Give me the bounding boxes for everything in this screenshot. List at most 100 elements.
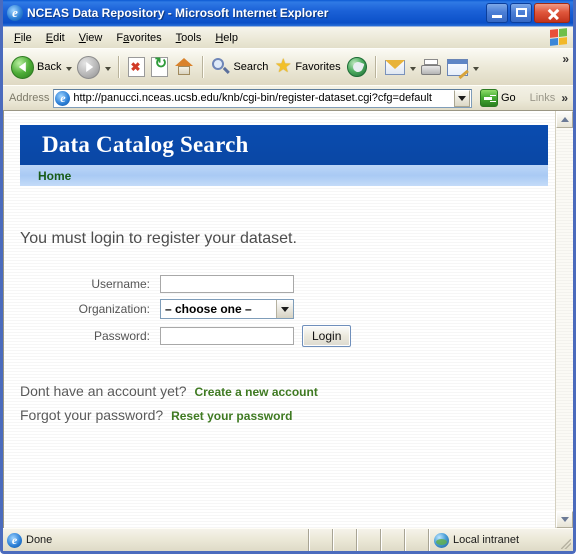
- menu-edit[interactable]: Edit: [39, 30, 72, 46]
- form-row-organization: Organization: – choose one –: [20, 296, 351, 322]
- login-prompt-text: You must login to register your dataset.: [20, 230, 297, 247]
- login-button[interactable]: Login: [302, 325, 352, 347]
- edit-button[interactable]: [444, 52, 471, 82]
- scroll-down-button[interactable]: [556, 511, 573, 528]
- go-arrow-icon: [479, 89, 498, 107]
- nav-link-home[interactable]: Home: [38, 169, 71, 183]
- globe-icon: [434, 532, 449, 548]
- address-url-text: http://panucci.nceas.ucsb.edu/knb/cgi-bi…: [73, 92, 432, 104]
- page-title: Data Catalog Search: [42, 132, 249, 157]
- password-cell: [160, 322, 294, 350]
- back-button[interactable]: Back: [8, 52, 64, 82]
- links-overflow-icon[interactable]: »: [559, 91, 571, 105]
- chevron-up-icon: [560, 117, 569, 122]
- address-input[interactable]: e http://panucci.nceas.ucsb.edu/knb/cgi-…: [53, 88, 472, 108]
- go-button[interactable]: Go: [476, 89, 520, 107]
- scroll-up-button[interactable]: [556, 111, 573, 128]
- menu-favorites[interactable]: Favorites: [109, 30, 168, 46]
- toolbar-separator: [118, 56, 121, 78]
- back-history-chevron-down-icon[interactable]: [66, 67, 73, 71]
- forward-button[interactable]: [74, 52, 103, 82]
- status-text: Done: [26, 534, 53, 546]
- page-favicon-icon: e: [55, 90, 71, 106]
- back-arrow-icon: [11, 55, 34, 79]
- refresh-icon: [151, 57, 169, 77]
- password-input[interactable]: [160, 327, 294, 345]
- favorites-label: Favorites: [295, 61, 341, 73]
- menu-help[interactable]: Help: [208, 30, 245, 46]
- username-input[interactable]: [160, 275, 294, 293]
- links-label[interactable]: Links: [524, 92, 556, 104]
- helper-links: Dont have an account yet? Create a new a…: [20, 380, 555, 428]
- page-status-icon: e: [7, 532, 22, 548]
- printer-icon: [420, 58, 441, 76]
- organization-label: Organization:: [78, 302, 150, 316]
- media-button[interactable]: [344, 52, 370, 82]
- web-page-content: Data Catalog Search Home You must login …: [4, 111, 555, 528]
- menu-tools[interactable]: Tools: [169, 30, 209, 46]
- resize-grip[interactable]: [557, 529, 573, 551]
- login-cell: Login: [294, 322, 352, 350]
- organization-cell: – choose one –: [160, 296, 294, 322]
- status-pane-4: [381, 529, 405, 551]
- username-label: Username:: [91, 277, 150, 291]
- toolbar-separator: [202, 56, 205, 78]
- search-button[interactable]: Search: [209, 52, 271, 82]
- home-icon: [174, 57, 194, 77]
- site-banner: Data Catalog Search: [20, 125, 548, 165]
- stop-icon: [128, 57, 146, 77]
- toolbar-overflow-icon[interactable]: »: [562, 52, 569, 66]
- username-spacer: [294, 272, 351, 296]
- ie-logo-icon: e: [7, 5, 23, 21]
- media-icon: [346, 57, 367, 77]
- organization-dropdown-button[interactable]: [276, 300, 293, 318]
- edit-page-icon: [446, 58, 468, 76]
- refresh-button[interactable]: [148, 52, 171, 82]
- minimize-button[interactable]: [486, 3, 508, 23]
- menu-bar: FFileile Edit View Favorites Tools Help: [3, 27, 573, 48]
- edit-chevron-down-icon[interactable]: [472, 67, 479, 71]
- mail-chevron-down-icon[interactable]: [409, 67, 416, 71]
- status-pane-3: [357, 529, 381, 551]
- status-message-pane: e Done: [3, 529, 309, 551]
- chevron-down-icon: [560, 517, 569, 522]
- menu-file[interactable]: FFileile: [7, 30, 39, 46]
- search-label: Search: [233, 61, 269, 73]
- status-pane-1: [309, 529, 333, 551]
- create-account-link[interactable]: Create a new account: [194, 385, 317, 399]
- favorites-button[interactable]: ★ Favorites: [271, 52, 343, 82]
- scrollbar-track[interactable]: [556, 128, 573, 511]
- back-label: Back: [37, 61, 62, 73]
- reset-password-link[interactable]: Reset your password: [171, 409, 292, 423]
- forward-history-chevron-down-icon[interactable]: [105, 67, 112, 71]
- organization-select[interactable]: – choose one –: [160, 299, 294, 319]
- no-account-text: Dont have an account yet?: [20, 383, 187, 399]
- status-pane-5: [405, 529, 429, 551]
- search-icon: [212, 58, 230, 76]
- maximize-button[interactable]: [510, 3, 532, 23]
- close-button[interactable]: [534, 3, 570, 23]
- address-dropdown-button[interactable]: [453, 89, 470, 107]
- password-label: Password:: [93, 329, 150, 343]
- security-zone-pane[interactable]: Local intranet: [429, 529, 557, 551]
- form-row-username: Username:: [20, 272, 351, 296]
- vertical-scrollbar[interactable]: [555, 111, 573, 528]
- forgot-password-line: Forgot your password? Reset your passwor…: [20, 404, 555, 428]
- home-button[interactable]: [171, 52, 197, 82]
- address-bar: Address e http://panucci.nceas.ucsb.edu/…: [3, 85, 573, 110]
- browser-window: e NCEAS Data Repository - Microsoft Inte…: [0, 0, 576, 554]
- windows-flag-icon: [550, 28, 567, 46]
- no-account-line: Dont have an account yet? Create a new a…: [20, 380, 555, 404]
- form-row-password: Password: Login: [20, 322, 352, 350]
- organization-selected-value: – choose one –: [165, 302, 252, 316]
- mail-button[interactable]: [382, 52, 408, 82]
- print-button[interactable]: [418, 52, 444, 82]
- window-controls: [486, 3, 571, 23]
- username-cell: [160, 272, 294, 296]
- menu-view[interactable]: View: [72, 30, 110, 46]
- title-bar: e NCEAS Data Repository - Microsoft Inte…: [3, 0, 573, 26]
- stop-button[interactable]: [125, 52, 148, 82]
- browser-chrome: FFileile Edit View Favorites Tools Help …: [3, 26, 573, 110]
- login-form: Username: Organization: – choose one – P…: [20, 272, 352, 350]
- security-zone-text: Local intranet: [453, 534, 520, 546]
